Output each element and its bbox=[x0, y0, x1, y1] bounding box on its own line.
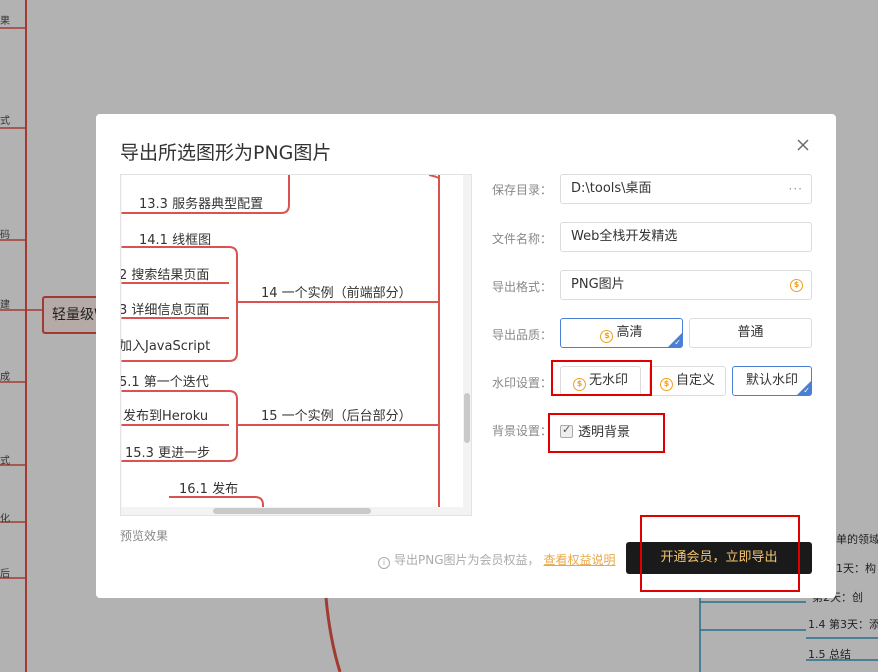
preview-node: 15 一个实例（后台部分） bbox=[261, 409, 412, 424]
dialog-title: 导出所选图形为PNG图片 bbox=[120, 142, 332, 164]
watermark-option-custom[interactable]: $ 自定义 bbox=[649, 366, 726, 396]
watermark-label: 水印设置： bbox=[492, 376, 553, 390]
bg-left-label: 后 bbox=[0, 569, 10, 580]
member-info: i 导出PNG图片为会员权益， 查看权益说明 bbox=[378, 551, 616, 569]
vip-export-button[interactable]: 开通会员，立即导出 bbox=[626, 542, 812, 574]
bg-left-label: 式 bbox=[0, 456, 10, 467]
check-icon: ✓ bbox=[803, 386, 810, 395]
watermark-option-default[interactable]: 默认水印 ✓ bbox=[732, 366, 812, 396]
preview-node: 14 一个实例（前端部分） bbox=[261, 286, 412, 301]
preview-node: 15.3 更进一步 bbox=[125, 446, 211, 461]
vip-coin-icon: $ bbox=[600, 330, 614, 343]
bg-left-label: 化 bbox=[0, 514, 10, 525]
preview-node: 发布到Heroku bbox=[123, 409, 209, 424]
preview-node: 16.1 发布 bbox=[179, 482, 239, 497]
format-value: PNG图片 bbox=[571, 277, 625, 292]
preview-horizontal-scroll-thumb[interactable] bbox=[213, 508, 371, 514]
save-dir-field[interactable]: D:\tools\桌面 ··· bbox=[560, 174, 812, 204]
browse-more-icon[interactable]: ··· bbox=[789, 175, 803, 203]
preview-node: 3 详细信息页面 bbox=[120, 303, 210, 318]
preview-node: 5.1 第一个迭代 bbox=[120, 375, 209, 390]
preview-vertical-scrollbar[interactable] bbox=[463, 175, 471, 515]
preview-panel: 13.3 服务器典型配置 14.1 线框图 2 搜索结果页面 3 详细信息页面 … bbox=[120, 174, 472, 516]
vip-coin-icon: $ bbox=[790, 279, 803, 292]
watermark-option-none[interactable]: $ 无水印 bbox=[560, 366, 641, 396]
preview-node: 14.1 线框图 bbox=[139, 233, 212, 248]
info-icon: i bbox=[378, 557, 390, 569]
transparent-bg-option[interactable]: ✓ 透明背景 bbox=[560, 421, 631, 440]
check-icon: ✓ bbox=[562, 423, 572, 436]
view-benefits-link[interactable]: 查看权益说明 bbox=[544, 553, 616, 567]
vip-coin-icon: $ bbox=[572, 378, 586, 391]
preview-vertical-scroll-thumb[interactable] bbox=[464, 393, 470, 443]
check-icon: ✓ bbox=[674, 338, 681, 347]
transparent-bg-checkbox[interactable]: ✓ bbox=[560, 423, 573, 438]
member-info-text: 导出PNG图片为会员权益， bbox=[394, 553, 540, 567]
quality-label: 导出品质： bbox=[492, 328, 553, 342]
save-dir-label: 保存目录： bbox=[492, 183, 553, 197]
format-label: 导出格式： bbox=[492, 280, 553, 294]
transparent-bg-label: 透明背景 bbox=[578, 425, 631, 440]
export-png-dialog: 导出所选图形为PNG图片 13.3 服务器典型配置 14.1 线框图 2 搜索结… bbox=[96, 114, 836, 598]
background-label: 背景设置： bbox=[492, 424, 553, 438]
preview-node: 2 搜索结果页面 bbox=[120, 268, 210, 283]
vip-coin-icon: $ bbox=[659, 378, 673, 391]
preview-node: 13.3 服务器典型配置 bbox=[139, 197, 264, 212]
close-icon[interactable] bbox=[794, 136, 812, 154]
file-name-label: 文件名称： bbox=[492, 232, 553, 246]
quality-option-normal[interactable]: 普通 bbox=[689, 318, 812, 348]
bg-right-node: 单的领域 bbox=[836, 533, 878, 546]
bg-left-label: 果 bbox=[0, 16, 10, 27]
quality-option-hd[interactable]: $ 高清 ✓ bbox=[560, 318, 683, 348]
save-dir-value: D:\tools\桌面 bbox=[571, 181, 652, 196]
preview-node: 加入JavaScript bbox=[120, 339, 211, 354]
close-button[interactable] bbox=[794, 136, 812, 154]
bg-left-label: 码 bbox=[0, 230, 10, 241]
bg-left-label: 建 bbox=[0, 300, 10, 311]
bg-right-node: 1.5 总结 bbox=[808, 648, 851, 661]
bg-right-node: 1.4 第3天：添 bbox=[808, 618, 878, 631]
format-select[interactable]: PNG图片 $ bbox=[560, 270, 812, 300]
preview-horizontal-scrollbar[interactable] bbox=[121, 507, 463, 515]
file-name-input[interactable]: Web全栈开发精选 bbox=[560, 222, 812, 252]
bg-left-label: 成 bbox=[0, 372, 10, 383]
bg-left-label: 式 bbox=[0, 116, 10, 127]
bg-right-node: 1天：构 bbox=[836, 562, 876, 575]
preview-caption: 预览效果 bbox=[120, 529, 169, 543]
